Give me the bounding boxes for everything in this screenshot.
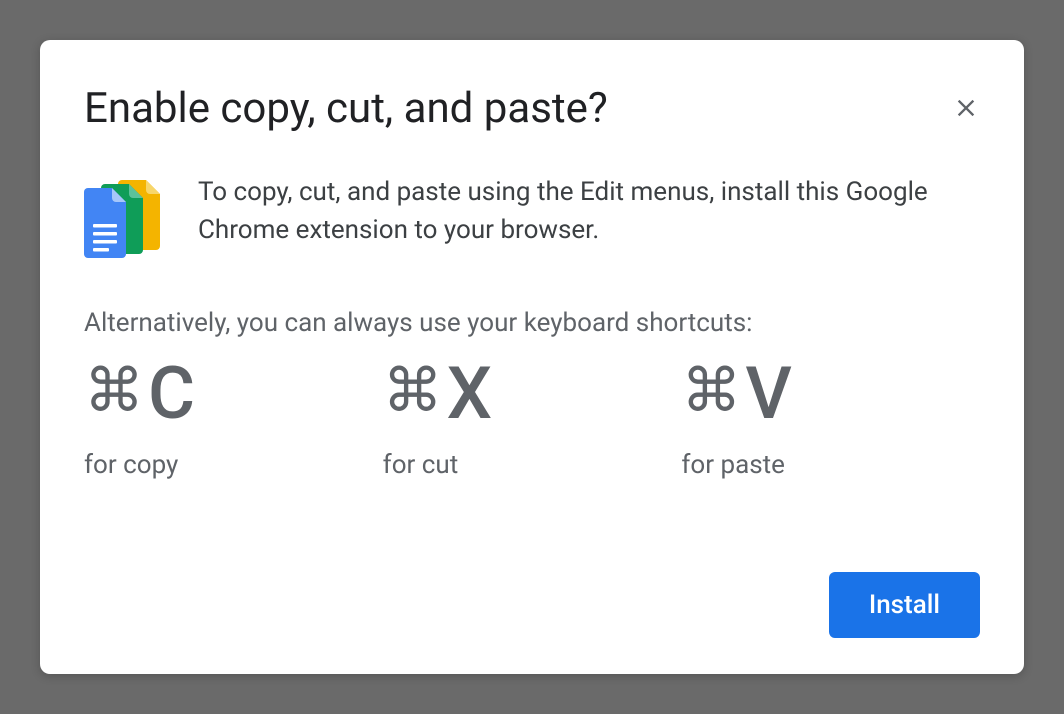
close-button[interactable] (948, 90, 984, 126)
shortcut-copy: ⌘C for copy (84, 358, 383, 480)
dialog-actions: Install (84, 572, 980, 638)
dialog-header: Enable copy, cut, and paste? (84, 84, 980, 134)
shortcut-label-cut: for cut (383, 450, 682, 480)
key-letter: V (745, 358, 790, 430)
dialog-body-text: To copy, cut, and paste using the Edit m… (198, 174, 980, 249)
alternative-intro-text: Alternatively, you can always use your k… (84, 308, 980, 338)
command-key-icon: ⌘ (383, 361, 443, 421)
dialog-body-row: To copy, cut, and paste using the Edit m… (84, 174, 980, 260)
shortcut-label-paste: for paste (681, 450, 980, 480)
shortcut-cut: ⌘X for cut (383, 358, 682, 480)
clipboard-extension-dialog: Enable copy, cut, and paste? (40, 40, 1024, 674)
dialog-title: Enable copy, cut, and paste? (84, 84, 608, 134)
google-docs-icon (84, 174, 170, 260)
keycombo-cut: ⌘X (383, 358, 682, 430)
close-icon (952, 94, 980, 122)
keycombo-copy: ⌘C (84, 358, 383, 430)
key-letter: X (447, 358, 491, 430)
shortcut-paste: ⌘V for paste (681, 358, 980, 480)
command-key-icon: ⌘ (681, 361, 741, 421)
key-letter: C (148, 358, 194, 430)
keycombo-paste: ⌘V (681, 358, 980, 430)
shortcut-list: ⌘C for copy ⌘X for cut ⌘V for paste (84, 358, 980, 480)
shortcut-label-copy: for copy (84, 450, 383, 480)
command-key-icon: ⌘ (84, 361, 144, 421)
install-button[interactable]: Install (829, 572, 980, 638)
